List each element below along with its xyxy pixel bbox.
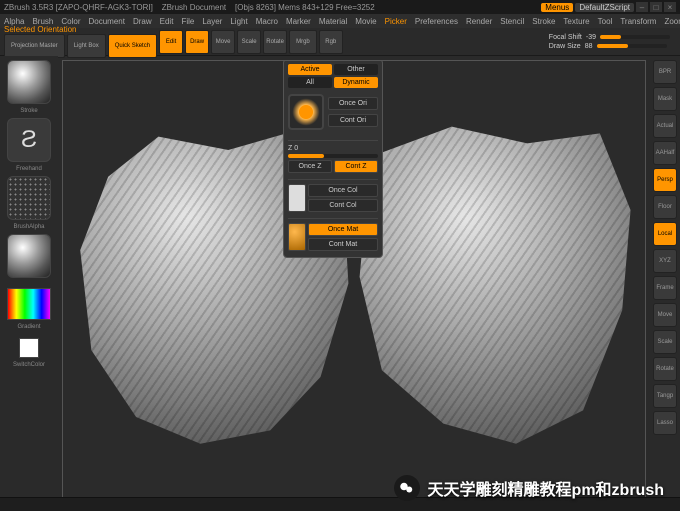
z-label: Z 0 — [288, 145, 378, 152]
menu-texture[interactable]: Texture — [563, 17, 589, 26]
once-mat-button[interactable]: Once Mat — [308, 223, 378, 236]
color-picker[interactable] — [7, 288, 51, 320]
toolbar: Selected Orientation Projection Master L… — [0, 28, 680, 56]
draw-size-label: Draw Size — [549, 43, 581, 50]
brushalpha-label: BrushAlpha — [13, 224, 44, 230]
scale-button[interactable]: Scale — [237, 30, 261, 54]
script-tag[interactable]: DefaultZScript — [575, 3, 634, 12]
menu-stroke[interactable]: Stroke — [532, 17, 555, 26]
alpha-swatch[interactable] — [7, 176, 51, 220]
stats: [Objs 8263] Mems 843+129 Free=3252 — [235, 3, 375, 12]
projection-master-button[interactable]: Projection Master — [4, 34, 65, 58]
z-slider[interactable] — [288, 154, 378, 158]
menu-transform[interactable]: Transform — [620, 17, 656, 26]
cont-z-button[interactable]: Cont Z — [334, 160, 378, 173]
right-rotate-button[interactable]: Rotate — [653, 357, 677, 381]
quick-sketch-button[interactable]: Quick Sketch — [108, 34, 157, 58]
orientation-preview[interactable] — [288, 94, 324, 130]
draw-size-value: 88 — [585, 43, 593, 50]
material-preview[interactable] — [288, 223, 306, 251]
move-button[interactable]: Move — [211, 30, 235, 54]
titlebar: ZBrush 3.5R3 [ZAPO-QHRF-AGK3-TORI] ZBrus… — [0, 0, 680, 14]
canvas[interactable]: Active Other All Dynamic Once Ori Cont O… — [62, 60, 646, 507]
cont-col-button[interactable]: Cont Col — [308, 199, 378, 212]
watermark: 天天学雕刻精雕教程pm和zbrush — [394, 475, 664, 501]
tab-active[interactable]: Active — [288, 64, 332, 75]
primary-color-swatch[interactable] — [19, 338, 39, 358]
right-actual-button[interactable]: Actual — [653, 114, 677, 138]
menu-tool[interactable]: Tool — [598, 17, 613, 26]
right-lasso-button[interactable]: Lasso — [653, 411, 677, 435]
focal-shift-value: -39 — [586, 34, 596, 41]
once-col-button[interactable]: Once Col — [308, 184, 378, 197]
app-name: ZBrush 3.5R3 — [4, 3, 53, 12]
left-panel: Stroke Ƨ Freehand BrushAlpha Gradient Sw… — [0, 56, 58, 511]
menu-layer[interactable]: Layer — [202, 17, 222, 26]
cont-mat-button[interactable]: Cont Mat — [308, 238, 378, 251]
menu-macro[interactable]: Macro — [256, 17, 278, 26]
once-z-button[interactable]: Once Z — [288, 160, 332, 173]
menu-material[interactable]: Material — [319, 17, 347, 26]
stroke-label: Stroke — [20, 108, 37, 114]
right-aahalf-button[interactable]: AAHalf — [653, 141, 677, 165]
menu-picker[interactable]: Picker — [385, 17, 407, 26]
wechat-icon — [394, 475, 420, 501]
draw-size-slider[interactable] — [597, 44, 667, 48]
edit-button[interactable]: Edit — [159, 30, 183, 54]
draw-button[interactable]: Draw — [185, 30, 209, 54]
right-mask-button[interactable]: Mask — [653, 87, 677, 111]
material-swatch[interactable] — [7, 234, 51, 278]
doc-name: ZBrush Document — [162, 3, 226, 12]
maximize-icon[interactable]: □ — [650, 2, 662, 12]
menu-stencil[interactable]: Stencil — [500, 17, 524, 26]
minimize-icon[interactable]: – — [636, 2, 648, 12]
cont-ori-button[interactable]: Cont Ori — [328, 114, 378, 127]
close-icon[interactable]: × — [664, 2, 676, 12]
right-panel: BPR Mask Actual AAHalf Persp Floor Local XYZ Fra… — [650, 56, 680, 511]
switchcolor-label[interactable]: SwitchColor — [13, 362, 45, 368]
mode-all[interactable]: All — [288, 77, 332, 88]
right-bpr-button[interactable]: BPR — [653, 60, 677, 84]
focal-shift-label: Focal Shift — [549, 34, 582, 41]
brush-swatch[interactable] — [7, 60, 51, 104]
menu-light[interactable]: Light — [230, 17, 247, 26]
project-id: [ZAPO-QHRF-AGK3-TORI] — [56, 3, 153, 12]
color-preview[interactable] — [288, 184, 306, 212]
selected-orientation-label: Selected Orientation — [4, 25, 151, 34]
right-frame-button[interactable]: Frame — [653, 276, 677, 300]
right-xyz-button[interactable]: XYZ — [653, 249, 677, 273]
mode-dynamic[interactable]: Dynamic — [334, 77, 378, 88]
rotate-button[interactable]: Rotate — [263, 30, 287, 54]
menu-preferences[interactable]: Preferences — [415, 17, 458, 26]
menus-tag[interactable]: Menus — [541, 3, 573, 12]
right-scale-button[interactable]: Scale — [653, 330, 677, 354]
focal-shift-slider[interactable] — [600, 35, 670, 39]
lightbox-button[interactable]: Light Box — [67, 34, 106, 58]
menu-movie[interactable]: Movie — [355, 17, 376, 26]
rock-mesh-right — [354, 117, 633, 451]
menu-zoom[interactable]: Zoom — [664, 17, 680, 26]
stroke-swatch[interactable]: Ƨ — [7, 118, 51, 162]
picker-popup: Active Other All Dynamic Once Ori Cont O… — [283, 60, 383, 258]
menu-file[interactable]: File — [181, 17, 194, 26]
menu-edit[interactable]: Edit — [160, 17, 174, 26]
right-tangp-button[interactable]: Tangp — [653, 384, 677, 408]
freehand-label: Freehand — [16, 166, 42, 172]
menu-marker[interactable]: Marker — [286, 17, 311, 26]
gradient-label[interactable]: Gradient — [17, 324, 40, 330]
menu-render[interactable]: Render — [466, 17, 492, 26]
rgb-button[interactable]: Rgb — [319, 30, 343, 54]
right-local-button[interactable]: Local — [653, 222, 677, 246]
watermark-text: 天天学雕刻精雕教程pm和zbrush — [428, 476, 664, 500]
right-move-button[interactable]: Move — [653, 303, 677, 327]
right-floor-button[interactable]: Floor — [653, 195, 677, 219]
tab-other[interactable]: Other — [334, 64, 378, 75]
mrgb-button[interactable]: Mrgb — [289, 30, 317, 54]
right-persp-button[interactable]: Persp — [653, 168, 677, 192]
once-ori-button[interactable]: Once Ori — [328, 97, 378, 110]
